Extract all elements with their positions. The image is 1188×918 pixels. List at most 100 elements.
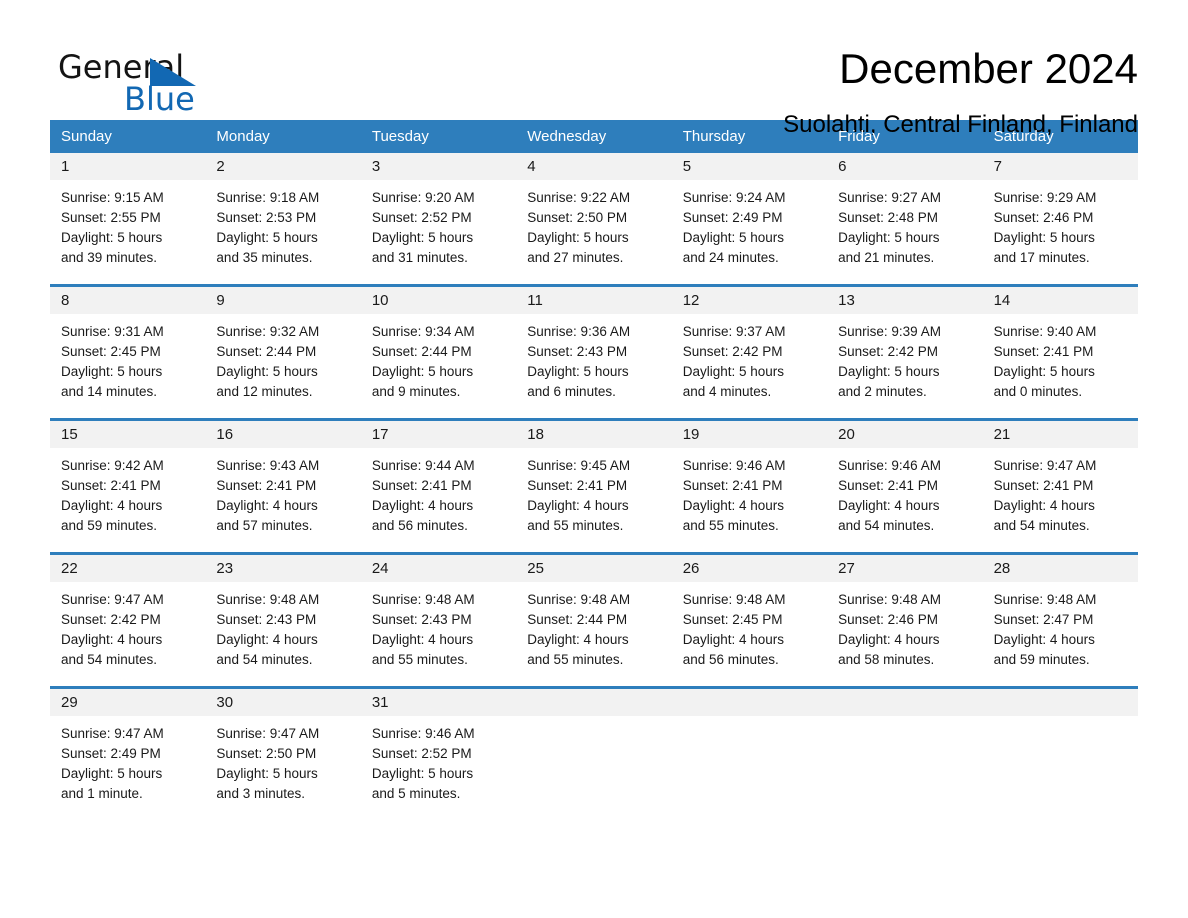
day-cell[interactable]: Sunrise: 9:42 AM Sunset: 2:41 PM Daylight:… xyxy=(50,448,205,552)
day-cell[interactable]: Sunrise: 9:46 AM Sunset: 2:41 PM Daylight:… xyxy=(672,448,827,552)
day-cell[interactable]: Sunrise: 9:46 AM Sunset: 2:41 PM Daylight:… xyxy=(827,448,982,552)
day-number[interactable]: 1 xyxy=(50,153,205,180)
day-number[interactable]: 6 xyxy=(827,153,982,180)
day-number[interactable]: 15 xyxy=(50,421,205,448)
day-cell[interactable]: Sunrise: 9:36 AM Sunset: 2:43 PM Daylight:… xyxy=(516,314,671,418)
day-cell[interactable]: Sunrise: 9:48 AM Sunset: 2:43 PM Daylight:… xyxy=(205,582,360,686)
day-cell[interactable]: Sunrise: 9:47 AM Sunset: 2:50 PM Daylight:… xyxy=(205,716,360,820)
day-cell[interactable]: Sunrise: 9:37 AM Sunset: 2:42 PM Daylight:… xyxy=(672,314,827,418)
weekday-header-wednesday: Wednesday xyxy=(527,128,607,145)
day-number[interactable]: 31 xyxy=(361,689,516,716)
day-number[interactable]: 19 xyxy=(672,421,827,448)
day-cell[interactable]: Sunrise: 9:47 AM Sunset: 2:42 PM Daylight:… xyxy=(50,582,205,686)
day-daylight-line-text: and 14 minutes. xyxy=(61,384,158,399)
day-number[interactable]: 25 xyxy=(516,555,671,582)
day-number[interactable]: 22 xyxy=(50,555,205,582)
day-daylight-line-text: Daylight: 5 hours xyxy=(61,364,163,379)
day-number[interactable]: 17 xyxy=(361,421,516,448)
day-cell[interactable]: Sunrise: 9:39 AM Sunset: 2:42 PM Daylight:… xyxy=(827,314,982,418)
day-daylight-line-text: and 58 minutes. xyxy=(838,652,935,667)
page-title: December 2024 xyxy=(839,45,1138,92)
day-cell[interactable]: Sunrise: 9:29 AM Sunset: 2:46 PM Daylight:… xyxy=(983,180,1138,284)
day-daylight-line-text: and 4 minutes. xyxy=(682,384,772,399)
day-cell[interactable]: Sunrise: 9:43 AM Sunset: 2:41 PM Daylight:… xyxy=(205,448,360,552)
day-number[interactable]: 18 xyxy=(516,421,671,448)
day-daylight-line-text: Daylight: 5 hours xyxy=(527,364,629,379)
day-sunrise-text: Sunrise: 9:18 AM xyxy=(216,190,320,205)
day-daylight-line-text: and 35 minutes. xyxy=(216,250,313,265)
day-cell[interactable]: Sunrise: 9:44 AM Sunset: 2:41 PM Daylight:… xyxy=(361,448,516,552)
day-cell-empty xyxy=(827,716,982,820)
week-detail-row: Sunrise: 9:47 AM Sunset: 2:49 PM Daylight:… xyxy=(50,716,1138,820)
day-daylight-line-text: Daylight: 5 hours xyxy=(216,364,318,379)
day-cell[interactable]: Sunrise: 9:32 AM Sunset: 2:44 PM Daylight:… xyxy=(205,314,360,418)
day-number[interactable]: 2 xyxy=(205,153,360,180)
day-cell[interactable]: Sunrise: 9:18 AM Sunset: 2:53 PM Daylight:… xyxy=(205,180,360,284)
day-number[interactable]: 13 xyxy=(827,287,982,314)
day-daylight-line-text: Daylight: 5 hours xyxy=(371,230,474,245)
day-daylight-line-text: and 2 minutes. xyxy=(838,384,927,399)
day-sunset-text: Sunset: 2:41 PM xyxy=(216,478,317,493)
day-cell[interactable]: Sunrise: 9:20 AM Sunset: 2:52 PM Daylight:… xyxy=(361,180,516,284)
day-daylight-line-text: Daylight: 4 hours xyxy=(61,498,163,513)
day-number[interactable]: 3 xyxy=(361,153,516,180)
day-sunrise-text: Sunrise: 9:27 AM xyxy=(838,190,941,205)
day-number[interactable]: 14 xyxy=(983,287,1138,314)
day-cell[interactable]: Sunrise: 9:48 AM Sunset: 2:44 PM Daylight:… xyxy=(516,582,671,686)
general-blue-logo[interactable]: General Blue xyxy=(50,44,250,120)
day-sunrise-text: Sunrise: 9:45 AM xyxy=(527,458,631,473)
day-daylight-line-text: and 57 minutes. xyxy=(216,518,313,533)
day-cell-empty xyxy=(672,716,827,820)
day-number[interactable]: 24 xyxy=(361,555,516,582)
day-cell[interactable]: Sunrise: 9:24 AM Sunset: 2:49 PM Daylight:… xyxy=(672,180,827,284)
day-sunrise-text: Sunrise: 9:43 AM xyxy=(216,458,320,473)
day-sunrise-text: Sunrise: 9:15 AM xyxy=(61,190,164,205)
day-daylight-line-text: Daylight: 5 hours xyxy=(838,364,940,379)
day-number[interactable]: 29 xyxy=(50,689,205,716)
day-number[interactable]: 26 xyxy=(672,555,827,582)
day-cell[interactable]: Sunrise: 9:47 AM Sunset: 2:41 PM Daylight:… xyxy=(983,448,1138,552)
day-daylight-line-text: Daylight: 5 hours xyxy=(682,364,785,379)
day-cell[interactable]: Sunrise: 9:48 AM Sunset: 2:47 PM Daylight:… xyxy=(983,582,1138,686)
calendar-weeks: 1 2 3 4 5 6 7 Sunrise: 9:15 AM Sunset: 2:55 PM Da… xyxy=(50,153,1138,820)
day-number[interactable]: 30 xyxy=(205,689,360,716)
day-cell[interactable]: Sunrise: 9:47 AM Sunset: 2:49 PM Daylight:… xyxy=(50,716,205,820)
day-sunrise-text: Sunrise: 9:47 AM xyxy=(216,726,320,741)
day-sunset-text: Sunset: 2:49 PM xyxy=(61,746,161,761)
day-number[interactable]: 23 xyxy=(205,555,360,582)
day-cell[interactable]: Sunrise: 9:22 AM Sunset: 2:50 PM Daylight:… xyxy=(516,180,671,284)
day-cell[interactable]: Sunrise: 9:31 AM Sunset: 2:45 PM Daylight:… xyxy=(50,314,205,418)
day-number[interactable]: 27 xyxy=(827,555,982,582)
day-number[interactable]: 20 xyxy=(827,421,982,448)
day-cell[interactable]: Sunrise: 9:27 AM Sunset: 2:48 PM Daylight:… xyxy=(827,180,982,284)
day-number[interactable]: 7 xyxy=(983,153,1138,180)
day-number[interactable]: 28 xyxy=(983,555,1138,582)
day-cell[interactable]: Sunrise: 9:45 AM Sunset: 2:41 PM Daylight:… xyxy=(516,448,671,552)
day-cell[interactable]: Sunrise: 9:40 AM Sunset: 2:41 PM Daylight:… xyxy=(983,314,1138,418)
day-cell[interactable]: Sunrise: 9:48 AM Sunset: 2:46 PM Daylight:… xyxy=(827,582,982,686)
day-cell[interactable]: Sunrise: 9:15 AM Sunset: 2:55 PM Daylight:… xyxy=(50,180,205,284)
calendar-week-row: 1 2 3 4 5 6 7 Sunrise: 9:15 AM Sunset: 2:55 PM Da… xyxy=(50,153,1138,284)
day-cell[interactable]: Sunrise: 9:48 AM Sunset: 2:45 PM Daylight:… xyxy=(672,582,827,686)
day-number[interactable]: 4 xyxy=(516,153,671,180)
day-daylight-line-text: Daylight: 5 hours xyxy=(682,230,785,245)
day-number[interactable]: 11 xyxy=(516,287,671,314)
day-cell[interactable]: Sunrise: 9:48 AM Sunset: 2:43 PM Daylight:… xyxy=(361,582,516,686)
week-detail-row: Sunrise: 9:31 AM Sunset: 2:45 PM Daylight:… xyxy=(50,314,1138,418)
day-number[interactable]: 21 xyxy=(983,421,1138,448)
day-number-empty xyxy=(983,689,1138,716)
day-number[interactable]: 12 xyxy=(672,287,827,314)
day-daylight-line-text: Daylight: 4 hours xyxy=(216,632,318,647)
day-daylight-line-text: and 24 minutes. xyxy=(682,250,779,265)
day-number[interactable]: 16 xyxy=(205,421,360,448)
page-header: General Blue December 2024 Suolahti, Cen… xyxy=(50,0,1138,138)
day-cell[interactable]: Sunrise: 9:34 AM Sunset: 2:44 PM Daylight:… xyxy=(361,314,516,418)
day-number[interactable]: 5 xyxy=(672,153,827,180)
day-number-empty xyxy=(516,689,671,716)
day-number[interactable]: 8 xyxy=(50,287,205,314)
day-sunset-text: Sunset: 2:46 PM xyxy=(838,612,938,627)
day-number[interactable]: 9 xyxy=(205,287,360,314)
day-cell[interactable]: Sunrise: 9:46 AM Sunset: 2:52 PM Daylight:… xyxy=(361,716,516,820)
day-number[interactable]: 10 xyxy=(361,287,516,314)
week-daynumber-row: 15 16 17 18 19 20 21 xyxy=(50,421,1138,448)
